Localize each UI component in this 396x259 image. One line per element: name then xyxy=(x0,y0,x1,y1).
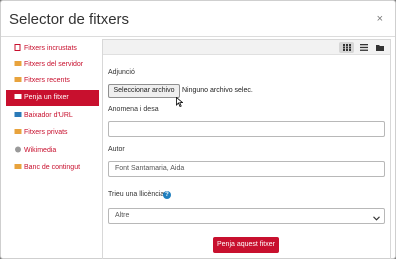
content-bank-icon xyxy=(14,161,22,169)
sidebar-item-private-files[interactable]: Fitxers privats xyxy=(6,125,99,141)
sidebar-item-content-bank[interactable]: Banc de contingut xyxy=(6,160,99,176)
license-select[interactable]: Altre xyxy=(108,208,385,224)
sidebar-item-wikimedia[interactable]: Wikimedia xyxy=(6,143,99,159)
upload-panel: Adjunció Seleccionar archivo Ninguno arc… xyxy=(102,39,391,259)
no-file-text: Ninguno archivo selec. xyxy=(182,87,253,94)
sidebar-item-embedded-files[interactable]: Fitxers incrustats xyxy=(6,41,99,57)
upload-icon xyxy=(14,91,22,99)
choose-file-button[interactable]: Seleccionar archivo xyxy=(108,84,180,98)
author-label: Autor xyxy=(108,146,125,153)
url-icon xyxy=(14,109,22,117)
upload-file-button[interactable]: Penja aquest fitxer xyxy=(213,237,279,253)
file-picker-dialog: Selector de fitxers × Fitxers incrustats… xyxy=(0,0,396,259)
wikimedia-icon xyxy=(14,144,22,153)
sidebar-item-label: Fitxers privats xyxy=(24,129,68,136)
view-toolbar xyxy=(103,40,390,55)
close-icon[interactable]: × xyxy=(377,14,383,25)
sidebar-item-label: Fitxers recents xyxy=(24,77,70,84)
sidebar-item-label: Banc de contingut xyxy=(24,164,81,171)
author-input[interactable]: Font Santamaria, Aida xyxy=(108,161,385,177)
attachment-label: Adjunció xyxy=(108,69,135,76)
grid-view-icon[interactable] xyxy=(339,42,354,53)
sidebar-item-server-files[interactable]: Fitxers del servidor xyxy=(6,57,99,73)
private-icon xyxy=(14,126,22,134)
recent-icon xyxy=(14,74,22,82)
sidebar-item-recent-files[interactable]: Fitxers recents xyxy=(6,73,99,89)
sidebar-item-label: Fitxers incrustats xyxy=(24,45,77,52)
list-view-icon[interactable] xyxy=(356,42,371,53)
folder-view-icon[interactable] xyxy=(372,42,387,53)
chevron-down-icon xyxy=(373,213,380,227)
sidebar-item-label: Wikimedia xyxy=(24,147,57,154)
sidebar-item-label: Fitxers del servidor xyxy=(24,61,84,68)
save-as-label: Anomena i desa xyxy=(108,106,159,113)
dialog-title: Selector de fitxers xyxy=(9,11,130,28)
dialog-header: Selector de fitxers × xyxy=(1,1,395,37)
server-icon xyxy=(14,58,22,66)
license-label: Trieu una llicència xyxy=(108,191,165,198)
repository-sidebar: Fitxers incrustats Fitxers del servidor … xyxy=(6,41,99,259)
sidebar-item-label: Baixador d'URL xyxy=(24,112,73,119)
help-icon[interactable]: ? xyxy=(163,191,171,199)
file-icon xyxy=(14,42,22,51)
sidebar-item-upload-file[interactable]: Penja un fitxer xyxy=(6,90,99,106)
sidebar-item-url-downloader[interactable]: Baixador d'URL xyxy=(6,108,99,124)
sidebar-item-label: Penja un fitxer xyxy=(24,94,69,101)
mouse-cursor-icon xyxy=(176,94,184,112)
save-as-input[interactable] xyxy=(108,121,385,137)
license-selected-value: Altre xyxy=(115,212,130,219)
